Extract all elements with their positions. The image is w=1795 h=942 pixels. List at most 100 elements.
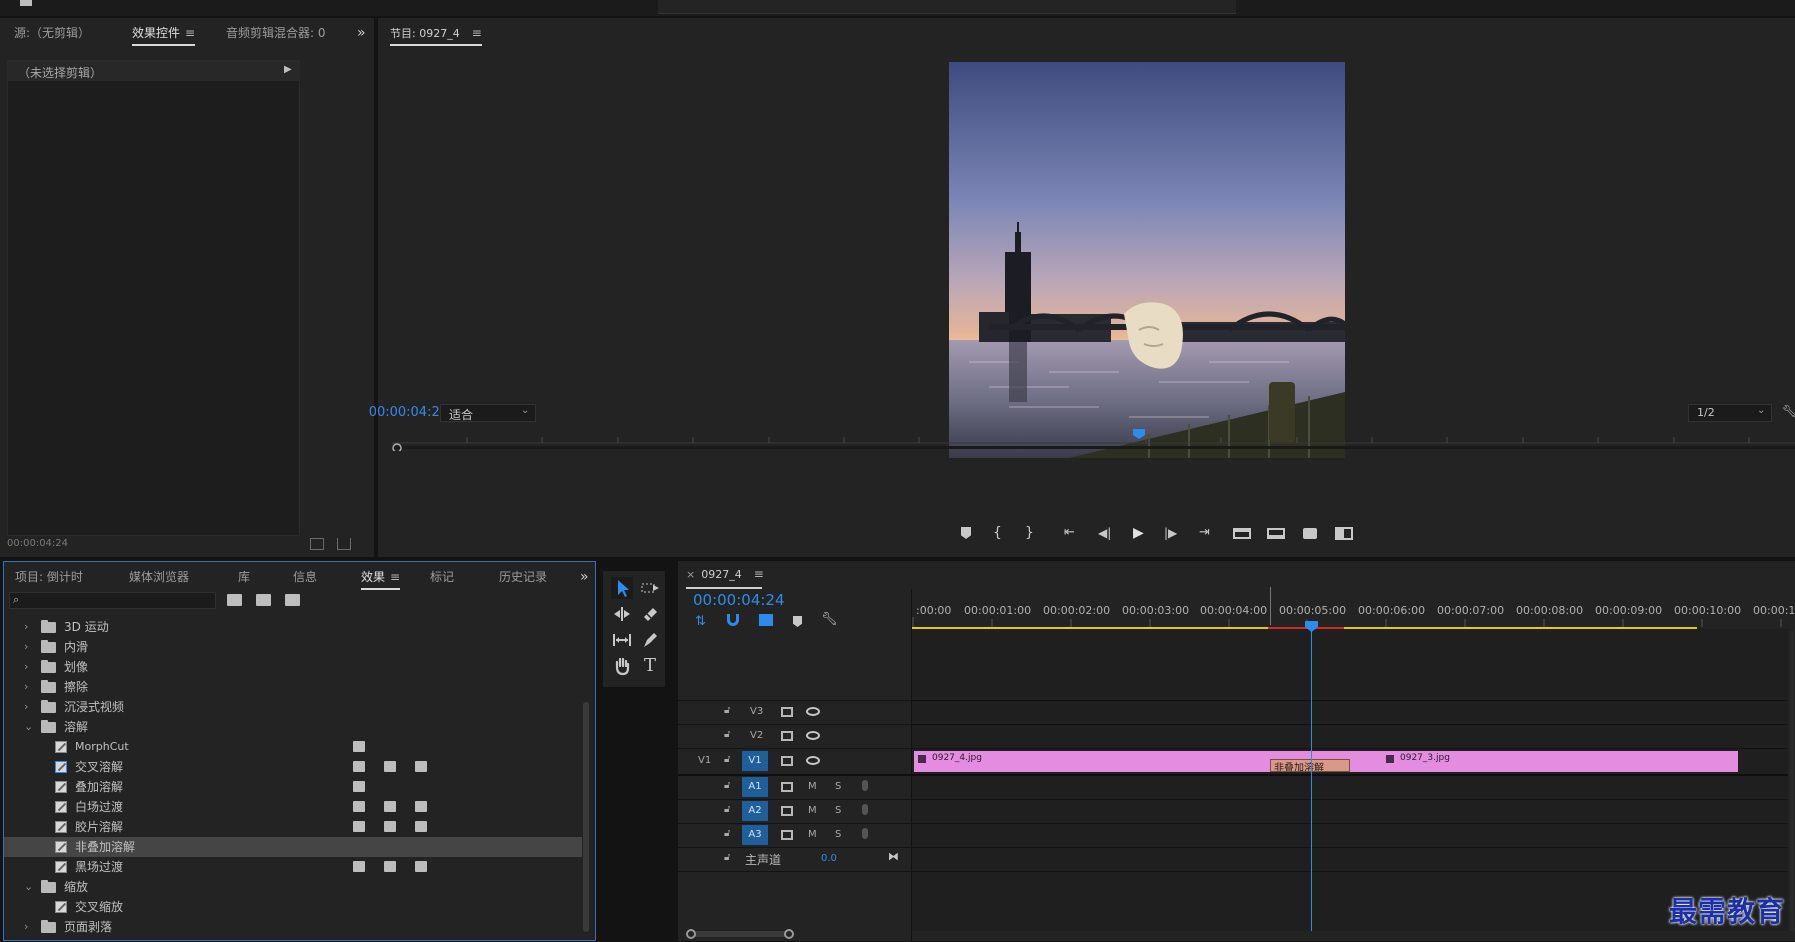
tree-folder-dissolve[interactable]: ⌄ 溶解 [4,717,582,737]
chevron-right-icon[interactable]: › [24,617,28,637]
timeline-tab[interactable]: × 0927_4 ≡ [686,567,764,581]
workspace-tabs-bar[interactable] [658,0,1236,14]
lock-icon[interactable]: 🔓︎ [724,705,730,716]
master-volume-value[interactable]: 0.0 [821,853,837,864]
add-marker-icon[interactable] [961,527,971,539]
effects-scrollbar[interactable] [583,702,589,932]
clip-0927-3[interactable]: 0927_3.jpg [1342,751,1738,772]
mic-icon[interactable] [862,828,868,839]
go-in-icon[interactable]: ⇤ [1064,525,1075,540]
panel-overflow-button[interactable]: » [357,18,366,48]
tree-effect-morphcut[interactable]: MorphCut [4,737,582,757]
track-label[interactable]: V2 [750,730,763,741]
close-icon[interactable]: × [686,568,695,581]
32bit-effects-icon[interactable] [256,594,271,606]
tree-folder-zoom[interactable]: ⌄ 缩放 [4,877,582,897]
panel-menu-icon[interactable]: ≡ [185,26,195,40]
lock-icon[interactable]: 🔓︎ [724,780,730,791]
mute-button[interactable]: M [808,781,817,792]
eye-icon[interactable] [806,731,820,740]
tab-libraries[interactable]: 库 [238,562,250,592]
tree-folder-immersive-video[interactable]: › 沉浸式视频 [4,697,582,717]
chevron-right-icon[interactable]: › [24,657,28,677]
tab-history[interactable]: 历史记录 [499,562,547,592]
chevron-down-icon[interactable]: ⌄ [24,717,33,737]
lock-icon[interactable]: 🔓︎ [724,852,730,863]
solo-button[interactable]: S [835,829,841,840]
tree-folder-page-peel[interactable]: › 页面剥落 [4,917,582,937]
tree-folder-wipe[interactable]: › 擦除 [4,677,582,697]
track-select-icon[interactable] [639,577,661,599]
lock-icon[interactable]: 🔓︎ [724,754,730,765]
tree-folder-slide[interactable]: › 内滑 [4,637,582,657]
mic-icon[interactable] [862,804,868,815]
tree-effect-additive-dissolve[interactable]: 叠加溶解 [4,777,582,797]
pen-icon[interactable] [639,629,661,651]
play-icon[interactable]: ▶︎ [1133,525,1144,541]
film-icon[interactable] [781,731,793,741]
snap-icon[interactable] [727,614,739,626]
tab-program[interactable]: 节目: 0927_4 ≡ [390,18,482,48]
tree-effect-cross-dissolve[interactable]: 交叉溶解 [4,757,582,777]
sync-lock-icon[interactable] [781,782,793,792]
program-video-frame[interactable] [949,62,1345,458]
hand-icon[interactable] [611,655,633,677]
wrench-icon[interactable]: 🔧︎ [1782,404,1795,418]
scroll-handle-left[interactable] [686,929,696,939]
tree-effect-cross-zoom[interactable]: 交叉缩放 [4,897,582,917]
selection-tool-icon[interactable] [611,577,633,599]
wrench-icon[interactable]: 🔧︎ [821,612,838,627]
lift-icon[interactable] [1233,528,1251,539]
track-label[interactable]: V3 [750,706,763,717]
solo-button[interactable]: S [835,781,841,792]
panel-menu-icon[interactable]: ≡ [754,567,764,581]
timeline-horizontal-scrollbar[interactable] [686,929,794,939]
go-out-icon[interactable]: ⇥ [1199,525,1210,540]
timeline-vertical-scrollbar[interactable] [1790,631,1794,931]
film-icon[interactable] [781,756,793,766]
tree-effect-dip-to-black[interactable]: 黑场过渡 [4,857,582,877]
yuv-effects-icon[interactable] [285,594,300,606]
fit-dropdown[interactable]: 适合 ⌄ [440,404,536,422]
scroll-handle-right[interactable] [784,929,794,939]
mark-in-icon[interactable]: { [993,525,1002,541]
slip-icon[interactable] [611,629,633,651]
accelerated-effects-icon[interactable] [227,594,242,606]
chevron-right-icon[interactable]: › [24,677,28,697]
ripple-edit-icon[interactable] [611,603,633,625]
resolution-dropdown[interactable]: 1/2 ⌄ [1688,404,1772,422]
lock-icon[interactable]: 🔓︎ [724,729,730,740]
nest-toggle-icon[interactable]: ⇅ [695,614,706,629]
solo-button[interactable]: S [835,805,841,816]
lock-icon[interactable]: 🔓︎ [724,804,730,815]
export-icon[interactable] [337,538,351,550]
expand-triangle-icon[interactable]: ▶ [284,64,292,75]
chevron-right-icon[interactable]: › [24,637,28,657]
track-target-v1[interactable]: V1 [742,751,768,771]
sync-lock-icon[interactable] [781,806,793,816]
app-menu-icon[interactable] [20,0,32,6]
tree-effect-film-dissolve[interactable]: 胶片溶解 [4,817,582,837]
transition-non-additive-dissolve[interactable]: 非叠加溶解 [1270,759,1350,772]
mute-button[interactable]: M [808,805,817,816]
program-scrubber[interactable] [392,433,1795,451]
chevron-right-icon[interactable]: › [24,917,28,937]
sync-lock-icon[interactable] [781,830,793,840]
tree-folder-3d-motion[interactable]: › 3D 运动 [4,617,582,637]
timeline-timecode[interactable]: 00:00:04:24 [693,591,785,609]
film-icon[interactable] [781,707,793,717]
lock-icon[interactable]: 🔓︎ [724,828,730,839]
tab-markers[interactable]: 标记 [430,562,454,592]
chevron-right-icon[interactable]: › [24,697,28,717]
effects-search-field[interactable]: ⌕ [9,592,216,609]
mute-button[interactable]: M [808,829,817,840]
type-icon[interactable]: T [639,655,661,677]
chevron-down-icon[interactable]: ⌄ [24,877,33,897]
tab-media-browser[interactable]: 媒体浏览器 [129,562,189,592]
step-forward-icon[interactable]: |▶︎ [1164,526,1177,540]
extract-icon[interactable] [1267,528,1285,539]
track-target-a1[interactable]: A1 [742,777,768,797]
panel-menu-icon[interactable]: ≡ [472,26,482,40]
track-target-a2[interactable]: A2 [742,801,768,821]
source-patch-label[interactable]: V1 [698,755,711,766]
